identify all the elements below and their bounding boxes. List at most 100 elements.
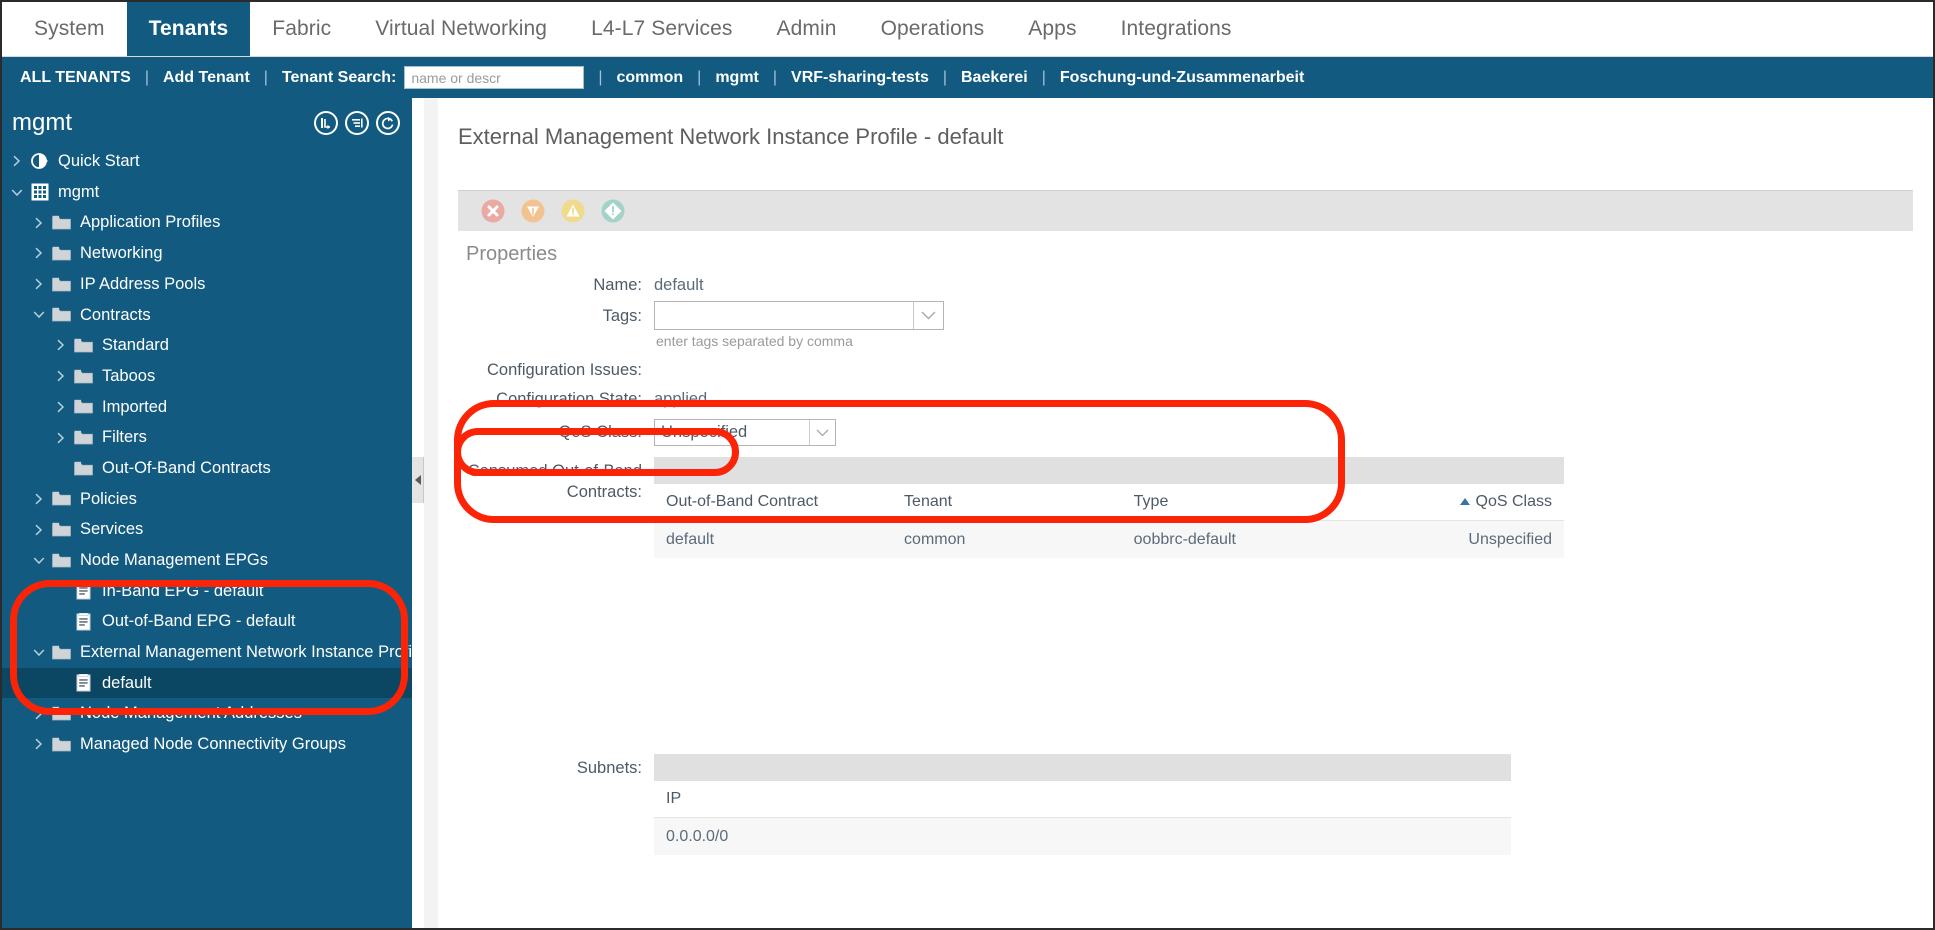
chevron-right-icon[interactable] [32,247,45,260]
fault-warning-icon[interactable] [600,198,626,224]
topnav-item-virtual-networking[interactable]: Virtual Networking [353,2,569,56]
chevron-right-icon[interactable] [54,339,67,352]
chevron-right-icon[interactable] [32,707,45,720]
chevron-right-icon[interactable] [10,155,23,168]
qos-class-value: Unspecified [661,423,748,441]
tree-item-label: Policies [80,489,137,508]
table-toolbar[interactable] [654,457,1564,484]
chevron-right-icon[interactable] [54,370,67,383]
chevron-right-icon[interactable] [32,523,45,536]
configuration-issues-label: Configuration Issues: [486,360,642,379]
chevron-down-icon[interactable] [32,554,45,567]
column-header-qos-class[interactable]: QoS Class [1351,493,1564,511]
separator: | [263,68,268,86]
tenant-toolbar: ALL TENANTS | Add Tenant | Tenant Search… [2,57,1933,98]
tree-item-filters[interactable]: Filters [2,422,412,453]
tree-item-contracts[interactable]: Contracts [2,299,412,330]
chevron-down-icon[interactable] [10,186,23,199]
tenant-link-common[interactable]: common [617,69,684,87]
tree-item-ip-address-pools[interactable]: IP Address Pools [2,269,412,300]
chevron-down-icon[interactable] [32,308,45,321]
tree-item-out-of-band-epg-default[interactable]: Out-of-Band EPG - default [2,606,412,637]
chevron-right-icon[interactable] [32,216,45,229]
topnav-item-integrations[interactable]: Integrations [1099,2,1254,56]
tree-item-label: Out-of-Band EPG - default [102,612,296,631]
tree-item-external-management-network-instance-profiles[interactable]: External Management Network Instance Pro… [2,637,412,668]
tenant-link-baekerei[interactable]: Baekerei [961,69,1028,87]
topnav-item-apps[interactable]: Apps [1006,2,1098,56]
chevron-right-icon[interactable] [32,278,45,291]
column-header-tenant[interactable]: Tenant [892,493,1122,511]
topnav-item-system[interactable]: System [12,2,127,56]
cell-tenant: common [904,530,966,548]
tree-item-managed-node-connectivity-groups[interactable]: Managed Node Connectivity Groups [2,729,412,760]
tree-item-label: Application Profiles [80,213,221,232]
chevron-right-icon[interactable] [32,492,45,505]
add-tenant-link[interactable]: Add Tenant [163,69,250,87]
qos-class-select[interactable]: Unspecified [654,419,836,446]
tree-item-services[interactable]: Services [2,514,412,545]
chevron-down-icon[interactable] [809,420,835,445]
column-header-ip[interactable]: IP [654,790,934,808]
tree-item-out-of-band-contracts[interactable]: Out-Of-Band Contracts [2,453,412,484]
tree-item-node-management-addresses[interactable]: Node Management Addresses [2,698,412,729]
topnav-item-admin[interactable]: Admin [755,2,859,56]
tree-item-taboos[interactable]: Taboos [2,361,412,392]
all-tenants-link[interactable]: ALL TENANTS [20,69,131,87]
tree-item-in-band-epg-default[interactable]: In-Band EPG - default [2,576,412,607]
tree-item-label: Services [80,520,144,539]
tree-item-quick-start[interactable]: Quick Start [2,146,412,177]
topnav-item-operations[interactable]: Operations [859,2,1007,56]
column-header-type[interactable]: Type [1122,493,1352,511]
chevron-right-icon[interactable] [32,738,45,751]
tenant-link-vrf-sharing-tests[interactable]: VRF-sharing-tests [791,69,929,87]
tree-item-label: Quick Start [58,152,140,171]
tree-item-standard[interactable]: Standard [2,330,412,361]
fault-major-icon[interactable] [520,198,546,224]
topnav-item-fabric[interactable]: Fabric [250,2,353,56]
chevron-down-icon[interactable] [913,302,943,329]
list-view-icon[interactable] [345,111,369,135]
cell-contract: default [666,530,715,548]
tags-hint: enter tags separated by comma [656,333,853,349]
sidebar-collapse-handle[interactable] [412,457,424,503]
tree-item-mgmt[interactable]: mgmt [2,177,412,208]
tree-item-default[interactable]: default [2,667,412,699]
separator: | [144,68,149,86]
fault-minor-icon[interactable] [560,198,586,224]
collapse-all-icon[interactable] [314,111,338,135]
consumed-contracts-table: Out-of-Band Contract Tenant Type QoS Class … [654,457,1564,558]
tree-item-networking[interactable]: Networking [2,238,412,269]
tree-item-node-management-epgs[interactable]: Node Management EPGs [2,545,412,576]
folder-icon [52,214,71,231]
tags-input-text[interactable] [655,302,913,329]
table-toolbar[interactable] [654,754,1511,781]
table-row[interactable]: default common oobbrc-default Unspecified [654,521,1564,558]
name-label: Name: [593,276,642,295]
chevron-right-icon[interactable] [54,400,67,413]
chevron-right-icon[interactable] [54,431,67,444]
tree-item-application-profiles[interactable]: Application Profiles [2,207,412,238]
table-row[interactable]: 0.0.0.0/0 [654,818,1511,855]
tree-item-imported[interactable]: Imported [2,392,412,423]
tree-item-label: In-Band EPG - default [102,581,264,600]
tree-item-policies[interactable]: Policies [2,484,412,515]
refresh-icon[interactable] [376,111,400,135]
tree-item-label: Filters [102,428,147,447]
quickstart-icon [30,153,49,170]
tree-item-label: Taboos [102,366,156,385]
tenant-link-mgmt[interactable]: mgmt [715,69,759,87]
topnav-item-tenants[interactable]: Tenants [126,2,251,56]
tenant-search-input[interactable] [404,66,585,89]
chevron-down-icon[interactable] [32,646,45,659]
fault-critical-icon[interactable] [480,198,506,224]
folder-icon [74,460,93,477]
cell-type: oobbrc-default [1133,530,1236,548]
column-header-out-of-band-contract[interactable]: Out-of-Band Contract [654,493,892,511]
tags-input[interactable] [654,301,944,330]
navigation-sidebar: mgmt Quick Start mgmt Application Profil… [2,98,412,928]
epg-icon [74,612,93,631]
topnav-item-l4-l7-services[interactable]: L4-L7 Services [569,2,754,56]
tenant-link-foschung-und-zusammenarbeit[interactable]: Foschung-und-Zusammenarbeit [1060,69,1304,87]
separator: | [942,68,947,86]
